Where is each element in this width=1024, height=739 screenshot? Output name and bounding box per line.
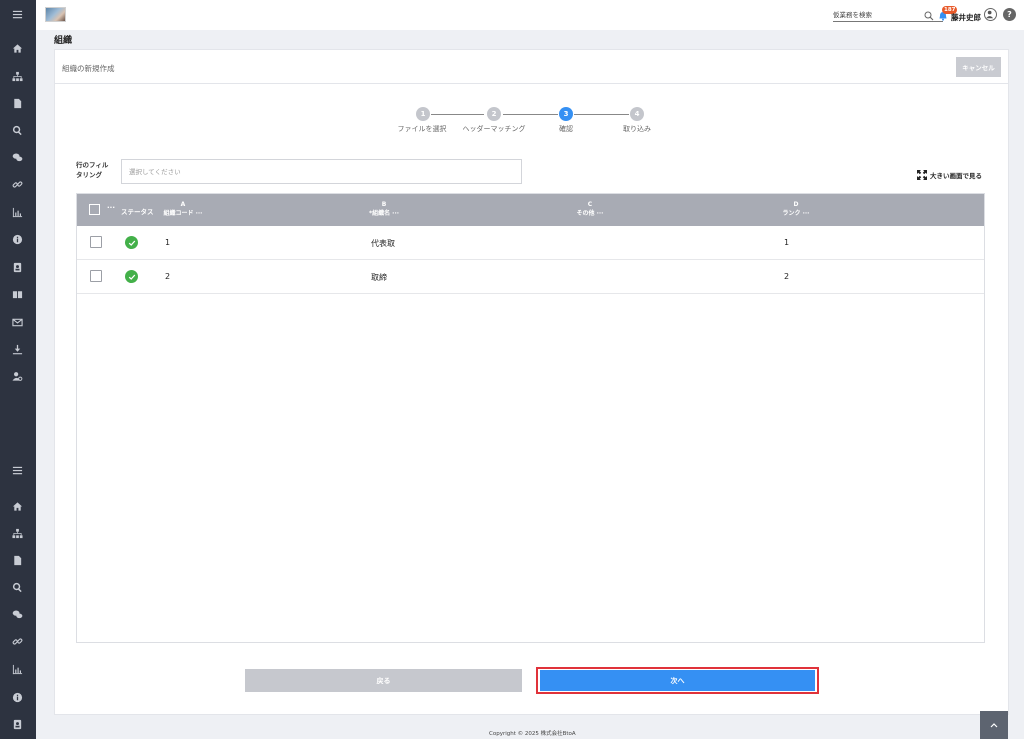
sidebar <box>0 0 36 739</box>
org-chart-icon[interactable] <box>10 69 25 84</box>
link-icon-secondary[interactable] <box>10 634 25 649</box>
column-header-a[interactable]: A 組織コード ··· <box>157 200 209 218</box>
search-input[interactable] <box>833 9 927 21</box>
row-filter-label-line1: 行のフィル <box>76 161 109 169</box>
row-filter-label-line2: タリング <box>76 171 102 179</box>
org-chart-icon-secondary[interactable] <box>10 526 25 541</box>
step-1-label: ファイルを選択 <box>397 125 447 133</box>
step-1-circle: 1 <box>416 107 430 121</box>
mail-icon[interactable] <box>10 315 25 330</box>
download-icon[interactable] <box>10 342 25 357</box>
home-icon-secondary[interactable] <box>10 499 25 514</box>
step-4-circle: 4 <box>630 107 644 121</box>
cell-rank[interactable]: 2 <box>784 272 789 281</box>
back-button[interactable]: 戻る <box>245 669 522 692</box>
status-header: ステータス <box>121 208 154 216</box>
chevron-up-icon <box>990 723 998 728</box>
table-row[interactable]: 2 取締 2 <box>77 260 984 294</box>
row-filter-label: 行のフィル タリング <box>76 160 108 180</box>
chat-icon-secondary[interactable] <box>10 607 25 622</box>
success-check-icon <box>125 270 138 283</box>
search-icon[interactable] <box>924 11 934 21</box>
expand-icon <box>917 170 927 180</box>
column-d-letter: D <box>793 201 799 208</box>
header-menu-icon[interactable]: ··· <box>107 204 115 212</box>
step-2-label: ヘッダーマッチング <box>462 125 526 133</box>
step-3-label: 確認 <box>559 125 573 133</box>
step-4-label: 取り込み <box>623 125 651 133</box>
row-filter-select[interactable] <box>121 159 522 184</box>
step-connector <box>431 114 484 115</box>
avatar[interactable] <box>984 8 997 21</box>
cell-name[interactable]: 取締 <box>371 272 387 283</box>
top-bar: 187 藤井史郎 ? <box>36 0 1024 30</box>
contact-card-icon-secondary[interactable] <box>10 717 25 732</box>
select-all-checkbox[interactable] <box>89 204 100 215</box>
info-icon[interactable] <box>10 232 25 247</box>
step-connector <box>574 114 629 115</box>
help-icon[interactable]: ? <box>1003 8 1016 21</box>
next-button[interactable]: 次へ <box>540 670 815 691</box>
column-a-name: 組織コード ··· <box>163 210 203 217</box>
column-c-letter: C <box>587 201 593 208</box>
step-2-circle: 2 <box>487 107 501 121</box>
cell-code[interactable]: 1 <box>165 238 170 247</box>
page-title: 組織 <box>54 36 73 46</box>
column-c-name: その他 ··· <box>576 210 604 217</box>
fullscreen-label: 大きい画面で見る <box>930 172 982 180</box>
cancel-button[interactable]: キャンセル <box>956 57 1001 77</box>
search-nav-icon-secondary[interactable] <box>10 580 25 595</box>
info-icon-secondary[interactable] <box>10 690 25 705</box>
contact-card-icon[interactable] <box>10 260 25 275</box>
column-header-b[interactable]: B *組織名 ··· <box>349 200 419 218</box>
chart-icon-secondary[interactable] <box>10 662 25 677</box>
row-checkbox[interactable] <box>90 270 102 282</box>
column-header-d[interactable]: D ランク ··· <box>761 200 831 218</box>
step-3-circle: 3 <box>559 107 573 121</box>
user-name[interactable]: 藤井史郎 <box>951 12 981 23</box>
book-icon[interactable] <box>10 287 25 302</box>
menu-icon[interactable] <box>10 7 25 22</box>
table-row[interactable]: 1 代表取 1 <box>77 226 984 260</box>
card-title: 組織の新規作成 <box>62 64 115 73</box>
step-connector <box>503 114 558 115</box>
search-nav-icon[interactable] <box>10 123 25 138</box>
scroll-top-button[interactable] <box>980 711 1008 739</box>
chart-icon[interactable] <box>10 205 25 220</box>
cell-code[interactable]: 2 <box>165 272 170 281</box>
column-b-letter: B <box>381 201 387 208</box>
home-icon[interactable] <box>10 41 25 56</box>
row-checkbox[interactable] <box>90 236 102 248</box>
company-logo[interactable] <box>45 7 66 22</box>
grid-header: ··· ステータス A 組織コード ··· B *組織名 ··· C その他 ·… <box>77 194 984 226</box>
cell-rank[interactable]: 1 <box>784 238 789 247</box>
column-a-letter: A <box>180 201 186 208</box>
cell-name[interactable]: 代表取 <box>371 238 395 249</box>
column-d-name: ランク ··· <box>782 210 810 217</box>
column-header-c[interactable]: C その他 ··· <box>555 200 625 218</box>
success-check-icon <box>125 236 138 249</box>
card-header: 組織の新規作成 キャンセル <box>55 50 1008 84</box>
data-grid: ··· ステータス A 組織コード ··· B *組織名 ··· C その他 ·… <box>76 193 985 643</box>
document-icon[interactable] <box>10 96 25 111</box>
chat-icon[interactable] <box>10 150 25 165</box>
document-icon-secondary[interactable] <box>10 553 25 568</box>
copyright: Copyright © 2025 株式会社BtoA <box>489 731 576 737</box>
column-b-name: *組織名 ··· <box>368 210 400 217</box>
menu-icon-secondary[interactable] <box>10 463 25 478</box>
fullscreen-button[interactable]: 大きい画面で見る <box>917 170 982 180</box>
link-icon[interactable] <box>10 177 25 192</box>
user-settings-icon[interactable] <box>10 369 25 384</box>
